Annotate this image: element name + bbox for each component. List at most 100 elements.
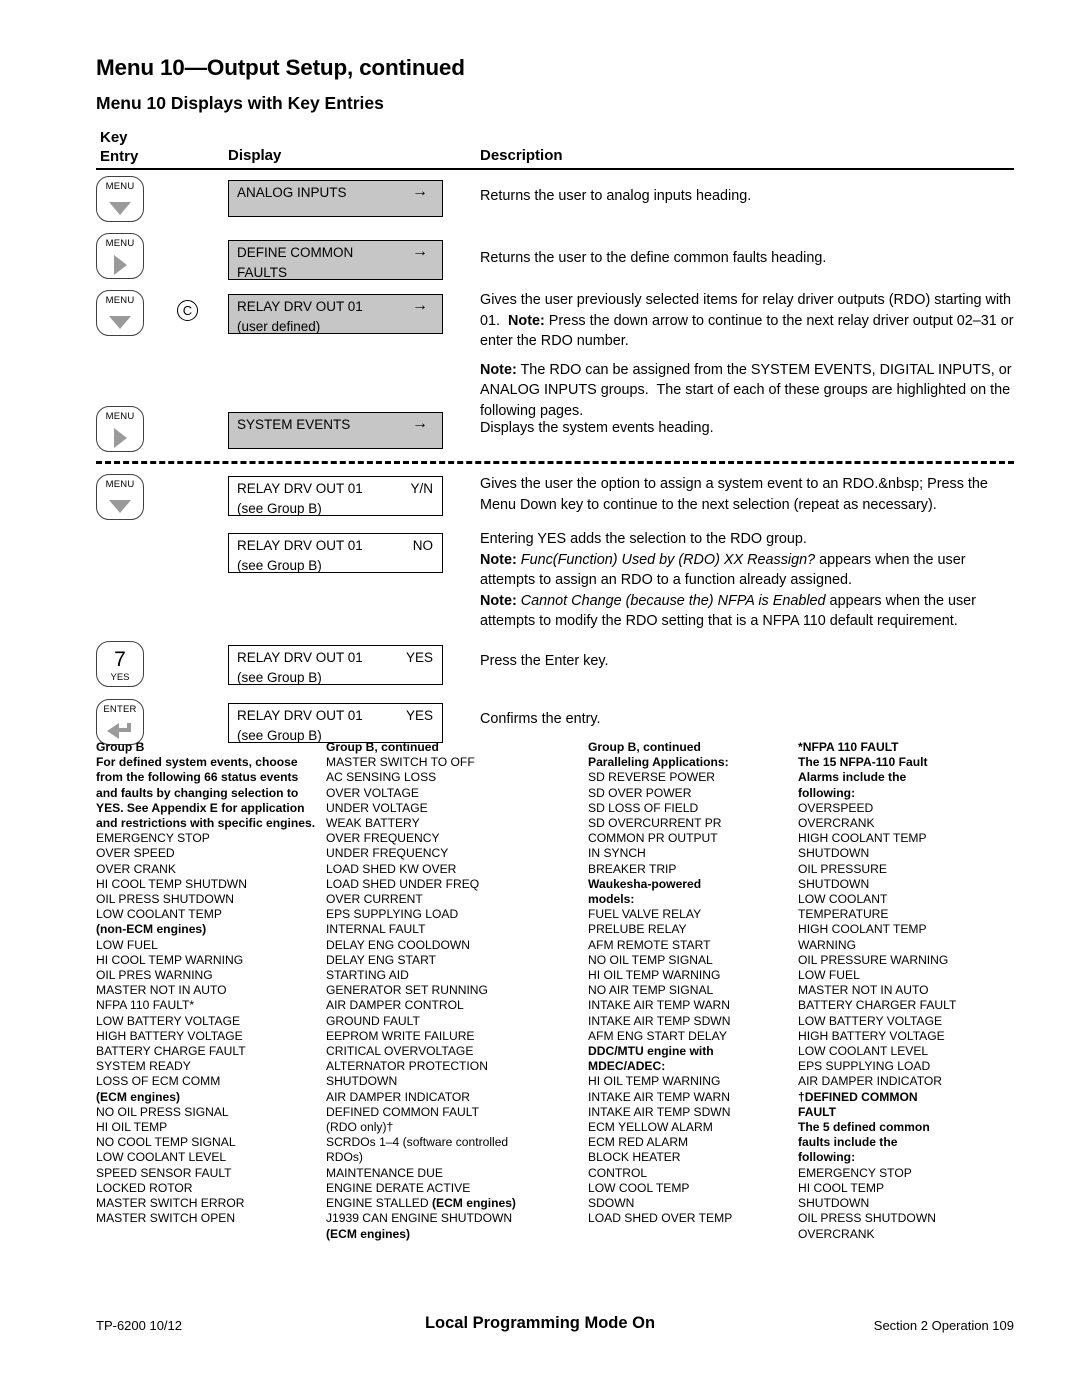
group-item: LOW COOLANT TEMP [96, 907, 222, 922]
group-item: SHUTDOWN [798, 1196, 870, 1211]
column-header-description: Description [480, 147, 563, 164]
group-item: INTAKE AIR TEMP SDWN [588, 1104, 731, 1119]
group-item: BATTERY CHARGER FAULT [798, 998, 957, 1013]
group-b-column-2: Group B, continued MASTER SWITCH TO OFF AC… [326, 740, 584, 1242]
group-item: SDOWN [588, 1196, 635, 1211]
group-item: BLOCK HEATER [588, 1150, 681, 1165]
group-item: LOAD SHED UNDER FREQ [326, 876, 480, 891]
description-row-4: Displays the system events heading. [480, 418, 1014, 439]
callout-marker-c: C [177, 300, 198, 321]
display-line2: (see Group B) [237, 670, 322, 685]
group-item: OVERSPEED [798, 800, 874, 815]
display-line1: RELAY DRV OUT 01 [237, 708, 363, 723]
display-line2: (see Group B) [237, 501, 322, 516]
group-intro: faults include the [798, 1135, 898, 1150]
group-item: EMERGENCY STOP [798, 1165, 912, 1180]
group-item: COMMON PR OUTPUT [588, 831, 718, 846]
display-line1: ANALOG INPUTS [237, 185, 347, 200]
group-intro: For defined system events, choose from t… [96, 755, 316, 831]
group-item: OVER SPEED [96, 846, 175, 861]
group-item: SCRDOs 1–4 (software controlled [326, 1135, 509, 1150]
key-7-yes[interactable]: 7 YES [96, 641, 144, 687]
header-rule [96, 168, 1014, 170]
display-box-relay-drv-out-01-yes-2: RELAY DRV OUT 01 (see Group B) YES [228, 703, 443, 743]
description-text: Entering YES adds the selection to the R… [480, 531, 976, 629]
group-heading: †DEFINED COMMON [798, 1089, 918, 1104]
arrow-right-icon: → [412, 297, 428, 314]
group-item: (RDO only)† [326, 1120, 394, 1135]
group-item: MASTER SWITCH ERROR [96, 1196, 245, 1211]
group-item: LOW COOLANT LEVEL [798, 1044, 929, 1059]
group-item: WARNING [798, 937, 857, 952]
display-box-define-common-faults: DEFINE COMMON FAULTS → [228, 240, 443, 280]
group-item: SD OVERCURRENT PR [588, 816, 722, 831]
group-subheading: Waukesha-powered [588, 876, 702, 891]
group-item: ALTERNATOR PROTECTION [326, 1059, 488, 1074]
group-item: HIGH BATTERY VOLTAGE [798, 1028, 945, 1043]
group-item: ECM RED ALARM [588, 1135, 689, 1150]
group-heading: Group B [96, 740, 145, 754]
group-item: EEPROM WRITE FAILURE [326, 1028, 475, 1043]
key-menu-right-2[interactable]: MENU [96, 406, 144, 452]
group-b-column-4: *NFPA 110 FAULT The 15 NFPA-110 Fault Alar… [798, 740, 1014, 1242]
group-intro: following: [798, 785, 856, 800]
group-intro: The 5 defined common [798, 1120, 930, 1135]
group-item: AIR DAMPER INDICATOR [326, 1089, 471, 1104]
group-item: AFM ENG START DELAY [588, 1028, 727, 1043]
display-box-analog-inputs: ANALOG INPUTS → [228, 180, 443, 217]
group-item: LOW FUEL [798, 968, 860, 983]
group-item: FUEL VALVE RELAY [588, 907, 702, 922]
group-item: OVERCRANK [798, 1226, 875, 1241]
group-subheading: DDC/MTU engine with [588, 1044, 714, 1059]
group-item: SD LOSS OF FIELD [588, 800, 699, 815]
group-item: SD OVER POWER [588, 785, 692, 800]
group-item: INTERNAL FAULT [326, 922, 426, 937]
group-item: EMERGENCY STOP [96, 831, 210, 846]
group-item: EPS SUPPLYING LOAD [326, 907, 459, 922]
group-item: PRELUBE RELAY [588, 922, 687, 937]
group-b-reference-area: Group B For defined system events, choose… [96, 740, 1014, 1302]
display-line2: (user defined) [237, 319, 321, 334]
key-menu-down-3[interactable]: MENU [96, 474, 144, 520]
key-menu-down-2[interactable]: MENU [96, 290, 144, 336]
display-line1: RELAY DRV OUT 01 [237, 299, 363, 314]
display-box-relay-drv-out-01-yn: RELAY DRV OUT 01 (see Group B) Y/N [228, 476, 443, 516]
group-item: OIL PRESS SHUTDOWN [96, 892, 234, 907]
group-item: CRITICAL OVERVOLTAGE [326, 1044, 474, 1059]
description-row-8: Confirms the entry. [480, 709, 1014, 730]
description-row-5: Gives the user the option to assign a sy… [480, 474, 1014, 515]
key-menu-down-1[interactable]: MENU [96, 176, 144, 222]
group-item: NO AIR TEMP SIGNAL [588, 983, 714, 998]
group-item: OIL PRESSURE [798, 861, 887, 876]
enter-arrow-icon [97, 720, 143, 742]
group-item: UNDER FREQUENCY [326, 846, 449, 861]
group-item: OVER VOLTAGE [326, 785, 419, 800]
key-menu-right-1[interactable]: MENU [96, 233, 144, 279]
key-enter[interactable]: ENTER [96, 699, 144, 745]
description-text: Returns the user to analog inputs headin… [480, 188, 752, 204]
key-label: MENU [105, 479, 135, 490]
group-item: OIL PRESSURE WARNING [798, 952, 949, 967]
group-item: AIR DAMPER INDICATOR [798, 1074, 943, 1089]
key-sublabel: YES [110, 672, 130, 683]
group-item: BATTERY CHARGE FAULT [96, 1044, 246, 1059]
display-line2: (see Group B) [237, 558, 322, 573]
group-item: OVERCRANK [798, 816, 875, 831]
key-label: 7 [114, 648, 126, 671]
group-intro: Alarms include the [798, 770, 907, 785]
column-header-key-line2: Entry [100, 148, 139, 165]
description-text: Confirms the entry. [480, 711, 601, 727]
display-line1: SYSTEM EVENTS [237, 417, 351, 432]
group-item: OIL PRES WARNING [96, 968, 213, 983]
group-item: ENGINE STALLED (ECM engines) [326, 1196, 516, 1211]
group-item: NO OIL TEMP SIGNAL [588, 952, 713, 967]
group-heading: *NFPA 110 FAULT [798, 740, 899, 754]
group-item: NFPA 110 FAULT* [96, 998, 195, 1013]
group-item: (ECM engines) [96, 1089, 180, 1104]
group-item: ENGINE DERATE ACTIVE [326, 1180, 471, 1195]
group-item: HI OIL TEMP WARNING [588, 968, 721, 983]
group-intro: following: [798, 1150, 856, 1165]
group-heading: FAULT [798, 1104, 837, 1119]
group-item: SHUTDOWN [798, 846, 870, 861]
group-item: MASTER SWITCH TO OFF [326, 755, 475, 770]
